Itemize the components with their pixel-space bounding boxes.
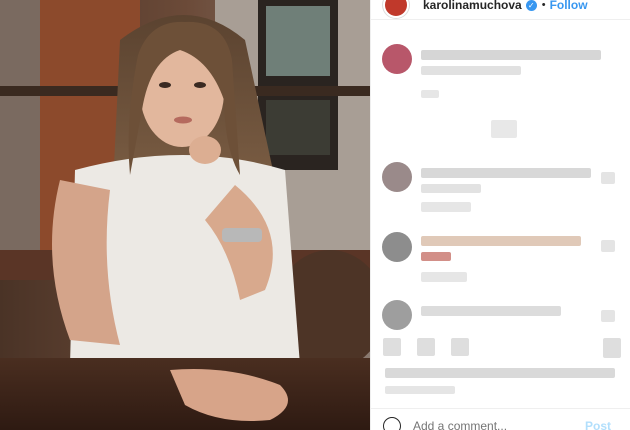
comment-text-blurred xyxy=(421,50,601,60)
like-icon[interactable] xyxy=(601,310,615,322)
portrait-illustration xyxy=(0,0,370,430)
follow-button[interactable]: Follow xyxy=(550,0,588,12)
comment-text-blurred xyxy=(421,236,581,246)
comment-blurred-chip xyxy=(491,120,517,138)
commenter-avatar[interactable] xyxy=(382,44,412,74)
post-photo[interactable] xyxy=(0,0,370,430)
comment-text-blurred xyxy=(421,168,591,178)
comment-text-blurred xyxy=(421,252,451,261)
comment-action-icon[interactable] xyxy=(417,338,435,356)
comment-meta-blurred xyxy=(421,272,467,282)
share-action-icon[interactable] xyxy=(451,338,469,356)
profile-avatar[interactable] xyxy=(383,0,409,18)
comment-input[interactable] xyxy=(413,418,573,430)
header-separator: • xyxy=(541,0,546,11)
commenter-avatar[interactable] xyxy=(382,162,412,192)
comment-text-blurred xyxy=(421,306,561,316)
verified-badge-icon: ✓ xyxy=(525,0,537,11)
like-icon[interactable] xyxy=(601,172,615,184)
commenter-avatar[interactable] xyxy=(382,300,412,330)
save-action-icon[interactable] xyxy=(603,338,621,358)
add-comment-bar: Post xyxy=(371,408,630,430)
comment-text-blurred xyxy=(421,184,481,193)
instagram-post: karolinamuchova ✓ • Follow Add a comment… xyxy=(0,0,630,430)
commenter-avatar[interactable] xyxy=(382,232,412,262)
post-side-panel: karolinamuchova ✓ • Follow Add a comment… xyxy=(370,0,630,430)
post-header: karolinamuchova ✓ • Follow xyxy=(371,0,630,20)
post-button[interactable]: Post xyxy=(585,419,611,430)
like-icon[interactable] xyxy=(601,240,615,252)
comment-meta-blurred xyxy=(421,202,471,212)
comment-meta-blurred xyxy=(421,90,439,98)
comments-list[interactable] xyxy=(371,20,630,408)
like-action-icon[interactable] xyxy=(383,338,401,356)
emoji-icon[interactable] xyxy=(383,416,401,430)
likes-count-blurred xyxy=(385,368,615,378)
comment-text-blurred xyxy=(421,66,521,75)
username-link[interactable]: karolinamuchova xyxy=(423,0,522,12)
post-date-blurred xyxy=(385,386,455,394)
